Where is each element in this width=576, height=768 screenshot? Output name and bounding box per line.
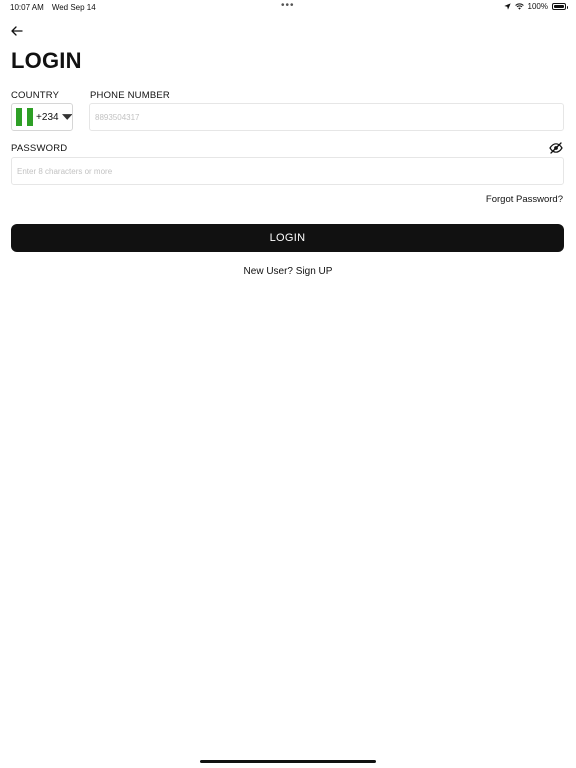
- password-input[interactable]: [11, 157, 564, 185]
- flag-stripe-right: [27, 108, 34, 126]
- wifi-icon: [514, 3, 524, 10]
- eye-off-icon[interactable]: [549, 142, 563, 154]
- status-date: Wed Sep 14: [51, 3, 96, 12]
- back-button[interactable]: [8, 22, 26, 40]
- nigeria-flag-icon: [16, 108, 34, 126]
- signup-link[interactable]: New User? Sign UP: [0, 266, 576, 277]
- multitask-dots[interactable]: •••: [281, 1, 295, 11]
- home-indicator[interactable]: [200, 760, 376, 763]
- forgot-password-link[interactable]: Forgot Password?: [486, 194, 563, 205]
- battery-icon: [552, 3, 568, 10]
- location-arrow-icon: [503, 3, 511, 10]
- phone-number-input[interactable]: [89, 103, 564, 131]
- country-code-select[interactable]: +234: [11, 103, 73, 131]
- phone-number-label: PHONE NUMBER: [90, 90, 170, 101]
- battery-percent: 100%: [527, 2, 548, 11]
- password-label: PASSWORD: [11, 143, 68, 154]
- status-time: 10:07 AM: [10, 3, 44, 12]
- status-right: 100%: [503, 2, 568, 11]
- country-label: COUNTRY: [11, 90, 60, 101]
- status-left: 10:07 AM Wed Sep 14: [10, 3, 96, 12]
- country-code: +234: [36, 111, 59, 123]
- caret-down-icon: [61, 114, 72, 120]
- battery-fill: [554, 5, 564, 8]
- login-button[interactable]: LOGIN: [11, 224, 564, 252]
- arrow-left-icon: [11, 26, 23, 36]
- page-title: LOGIN: [11, 48, 82, 73]
- status-bar: 10:07 AM Wed Sep 14 ••• 100%: [0, 0, 576, 14]
